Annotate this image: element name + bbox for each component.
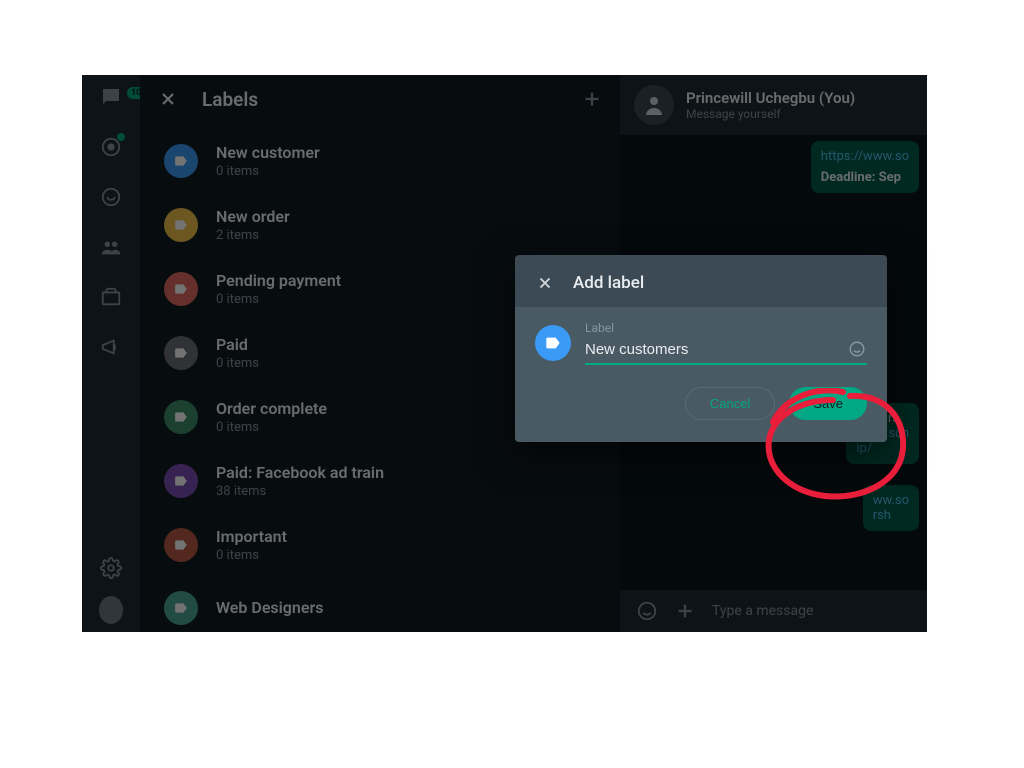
label-color-icon	[164, 144, 198, 178]
catalog-icon[interactable]	[99, 285, 123, 309]
add-label-button[interactable]	[580, 87, 604, 111]
communities-icon[interactable]	[99, 235, 123, 259]
profile-avatar[interactable]	[99, 598, 123, 622]
label-item[interactable]: Web Designers	[140, 577, 620, 632]
chat-input-bar: Type a message	[620, 590, 927, 632]
chat-bubble: ww.so rsh	[863, 485, 919, 531]
bubble-line: ww.so	[873, 493, 909, 508]
label-count: 38 items	[216, 484, 384, 499]
emoji-picker-icon[interactable]	[847, 339, 867, 359]
advertise-icon[interactable]	[99, 335, 123, 359]
bubble-line: rsh	[873, 508, 909, 523]
label-name: New order	[216, 207, 290, 226]
chat-title: Princewill Uchegbu (You)	[686, 89, 855, 107]
settings-icon[interactable]	[99, 556, 123, 580]
label-color-icon	[164, 528, 198, 562]
chat-subtitle: Message yourself	[686, 107, 855, 121]
label-item[interactable]: Important 0 items	[140, 513, 620, 577]
label-color-swatch[interactable]	[535, 325, 571, 361]
label-item[interactable]: Paid: Facebook ad train 38 items	[140, 449, 620, 513]
save-button[interactable]: Save	[789, 387, 867, 420]
label-name: Pending payment	[216, 271, 341, 290]
label-color-icon	[164, 208, 198, 242]
chat-avatar	[634, 85, 674, 125]
channels-icon[interactable]	[99, 185, 123, 209]
label-color-icon	[164, 591, 198, 625]
chats-icon[interactable]	[99, 85, 123, 109]
label-name: Web Designers	[216, 598, 323, 617]
label-count: 0 items	[216, 356, 259, 371]
label-count: 0 items	[216, 164, 320, 179]
label-color-icon	[164, 464, 198, 498]
bubble-line: Deadline: Sep	[821, 170, 909, 185]
label-name: New customer	[216, 143, 320, 162]
label-name: Paid: Facebook ad train	[216, 463, 384, 482]
status-icon[interactable]	[99, 135, 123, 159]
emoji-icon[interactable]	[636, 600, 658, 622]
add-label-modal: Add label Label Cancel Save	[515, 255, 887, 442]
chat-bubble: https://www.so Deadline: Sep	[811, 141, 919, 193]
sidebar: 100	[82, 75, 140, 632]
label-item[interactable]: New customer 0 items	[140, 129, 620, 193]
bubble-line: ip/	[856, 441, 909, 456]
label-color-icon	[164, 400, 198, 434]
label-name: Important	[216, 527, 287, 546]
label-color-icon	[164, 272, 198, 306]
label-name-input[interactable]	[585, 341, 839, 358]
field-label: Label	[585, 321, 867, 335]
modal-title: Add label	[573, 273, 644, 293]
message-input[interactable]: Type a message	[712, 603, 911, 619]
labels-header: Labels	[140, 75, 620, 123]
label-count: 2 items	[216, 228, 290, 243]
label-count: 0 items	[216, 292, 341, 307]
close-modal-icon[interactable]	[535, 273, 555, 293]
cancel-button[interactable]: Cancel	[685, 387, 775, 420]
label-count: 0 items	[216, 548, 287, 563]
label-item[interactable]: New order 2 items	[140, 193, 620, 257]
chat-header[interactable]: Princewill Uchegbu (You) Message yoursel…	[620, 75, 927, 135]
labels-title: Labels	[202, 88, 558, 111]
label-name: Order complete	[216, 399, 327, 418]
label-count: 0 items	[216, 420, 327, 435]
close-labels-icon[interactable]	[156, 87, 180, 111]
label-color-icon	[164, 336, 198, 370]
attach-icon[interactable]	[674, 600, 696, 622]
bubble-line: https://www.so	[821, 149, 909, 164]
label-name: Paid	[216, 335, 259, 354]
